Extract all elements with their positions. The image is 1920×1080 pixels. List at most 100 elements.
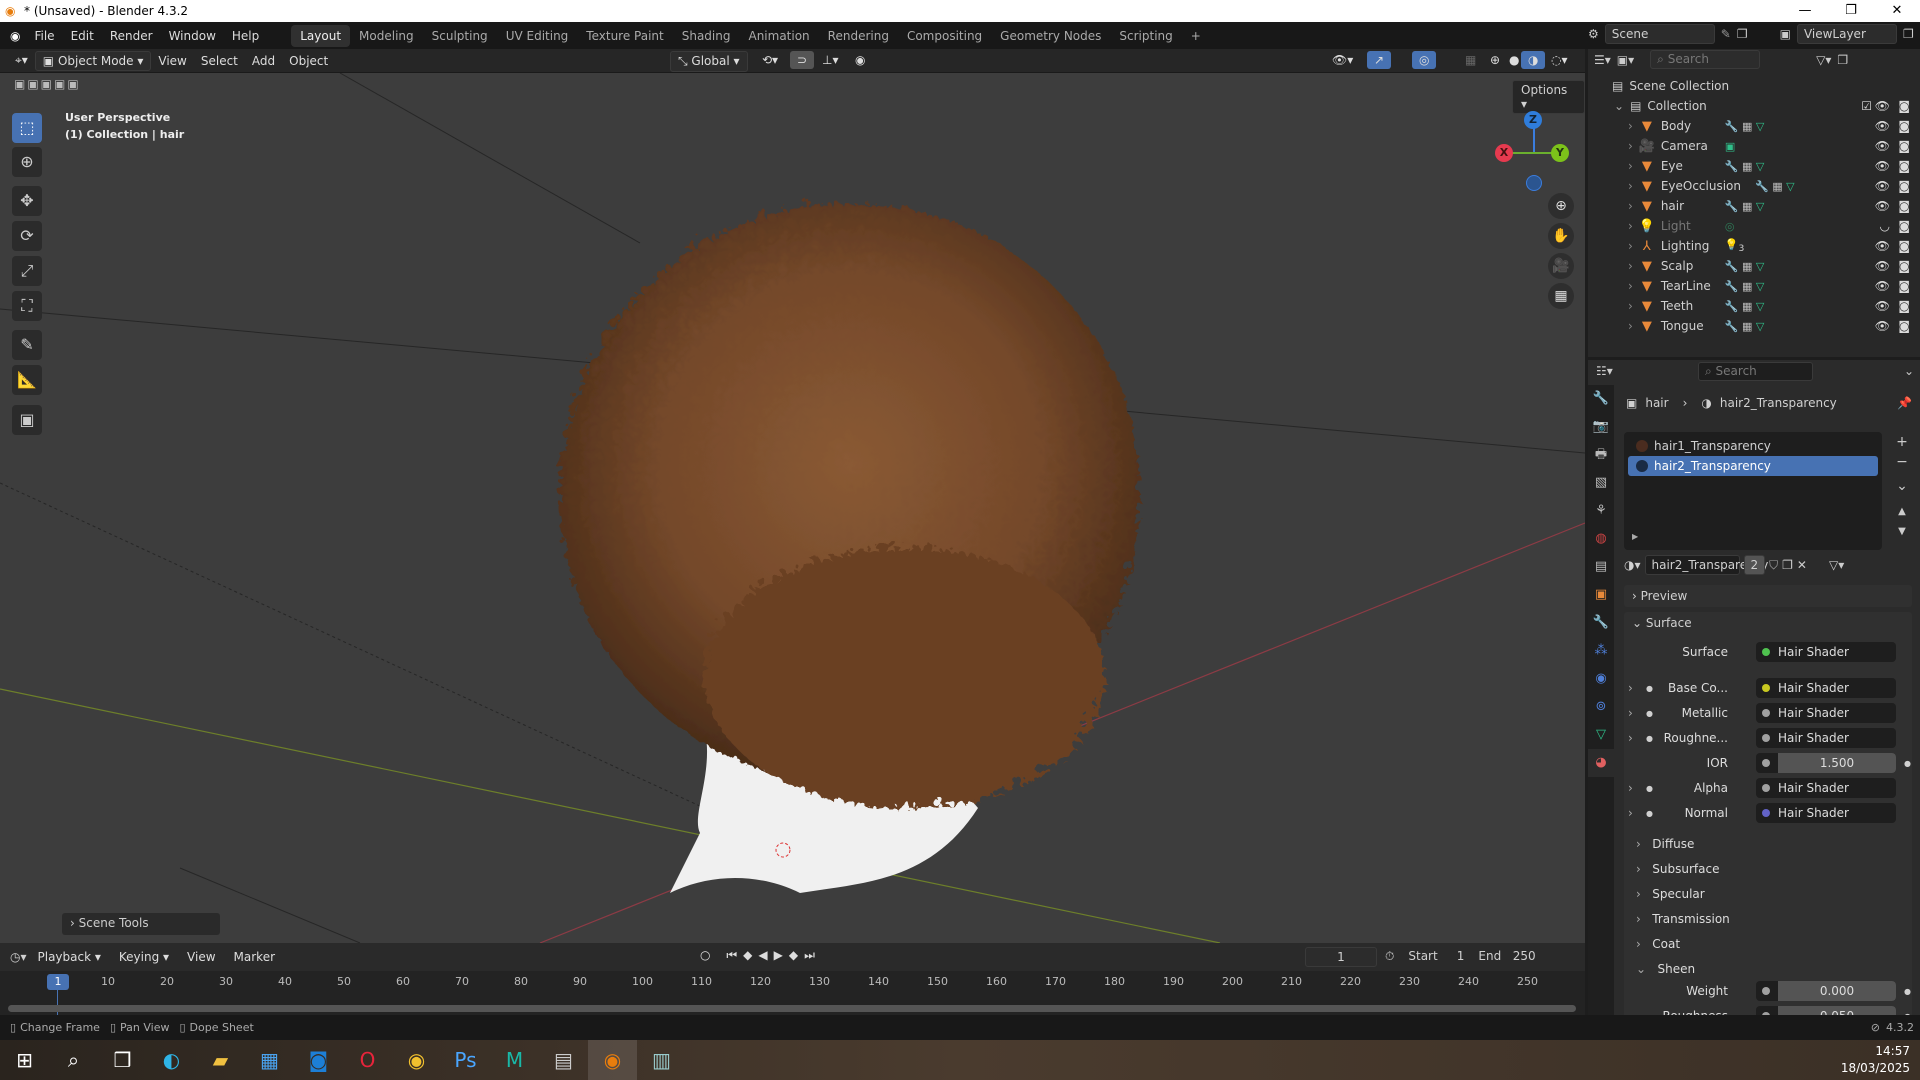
properties-options-icon[interactable]: ⌄ <box>1904 364 1914 378</box>
subpanel-coat[interactable]: › Coat <box>1636 937 1680 951</box>
minimize-button[interactable]: — <box>1782 0 1828 22</box>
jump-start-icon[interactable]: ⏮ <box>726 948 743 962</box>
playback-menu[interactable]: Playback ▾ <box>31 948 108 966</box>
play-icon[interactable]: ▶ <box>774 948 789 962</box>
material-slot-item[interactable]: hair1_Transparency <box>1628 436 1878 456</box>
shader-link-field[interactable]: Hair Shader <box>1756 703 1896 723</box>
expand-icon[interactable]: › <box>1628 139 1633 153</box>
material-name-field[interactable]: hair2_Transparency <box>1644 555 1768 575</box>
orientation-selector[interactable]: ⤡ Global ▾ <box>670 51 748 72</box>
gizmo-z[interactable]: Z <box>1524 111 1542 129</box>
mesh-data-icon[interactable]: ▽ <box>1786 180 1794 193</box>
outliner-item-scalp[interactable]: › ▼ Scalp 🔧 ▦ ▽ 👁 ◙ <box>1588 256 1920 276</box>
transform-tool[interactable]: ⛶ <box>12 291 42 321</box>
outliner-item-lighting[interactable]: › ⅄ Lighting 💡3 👁 ◙ <box>1588 236 1920 256</box>
new-scene-icon[interactable]: ❐ <box>1737 27 1748 41</box>
data-tab-icon[interactable]: ▽ <box>1588 721 1614 749</box>
particles-icon[interactable]: ▦ <box>1742 320 1752 333</box>
light-data-icon[interactable]: ◎ <box>1725 220 1735 233</box>
outliner-item-eyeocclusion[interactable]: › ▼ EyeOcclusion 🔧 ▦ ▽ 👁 ◙ <box>1588 176 1920 196</box>
expand-icon[interactable]: › <box>1628 199 1633 213</box>
app-icon[interactable]: ▤ <box>539 1040 588 1080</box>
cursor-tool[interactable]: ⊕ <box>12 147 42 177</box>
sheen-value-field[interactable]: 0.050 <box>1756 1006 1896 1015</box>
new-view-layer-icon[interactable]: ❐ <box>1903 27 1914 41</box>
tab-rendering[interactable]: Rendering <box>819 25 898 47</box>
render-camera-icon[interactable]: ◙ <box>1898 179 1910 193</box>
subpanel-specular[interactable]: › Specular <box>1636 887 1705 901</box>
mesh-data-icon[interactable]: ▽ <box>1756 260 1764 273</box>
subpanel-diffuse[interactable]: › Diffuse <box>1636 837 1694 851</box>
tool-tab-icon[interactable]: 🔧 <box>1588 385 1614 413</box>
user-count[interactable]: 2 <box>1743 555 1766 575</box>
editor-type-icon[interactable]: ⌖▾ <box>8 51 35 70</box>
play-reverse-icon[interactable]: ◀ <box>758 948 773 962</box>
outliner-item-tongue[interactable]: › ▼ Tongue 🔧 ▦ ▽ 👁 ◙ <box>1588 316 1920 336</box>
output-tab-icon[interactable]: 🖶 <box>1588 441 1614 469</box>
properties-search-input[interactable]: ⌕ Search <box>1698 362 1813 381</box>
outliner-item-light[interactable]: › 💡 Light ◎ ◡ ◙ <box>1588 216 1920 236</box>
menu-add[interactable]: Add <box>245 52 282 70</box>
menu-select[interactable]: Select <box>194 52 245 70</box>
overlay-toggle-icon[interactable]: ◎ <box>1412 51 1437 69</box>
shader-link-field[interactable]: Hair Shader <box>1756 778 1896 798</box>
jump-end-icon[interactable]: ⏭ <box>804 948 821 962</box>
measure-tool[interactable]: 📐 <box>12 365 42 395</box>
3d-viewport[interactable]: ⬚ ⊕ ✥ ⟳ ⤢ ⛶ ✎ 📐 ▣ ▣▣▣▣▣ User Perspective… <box>0 73 1585 943</box>
expand-icon[interactable]: › <box>1628 299 1633 313</box>
modifier-icon[interactable]: 🔧 <box>1725 300 1739 313</box>
world-tab-icon[interactable]: ◍ <box>1588 525 1614 553</box>
material-tab-icon[interactable]: ◕ <box>1588 749 1614 777</box>
mesh-data-icon[interactable]: ▽ <box>1756 280 1764 293</box>
display-mode-icon[interactable]: ▣▾ <box>1617 53 1634 67</box>
mesh-data-icon[interactable]: ▽ <box>1756 120 1764 133</box>
mesh-data-icon[interactable]: ▽ <box>1756 200 1764 213</box>
tab-layout[interactable]: Layout <box>291 24 351 47</box>
collection-row[interactable]: ⌄ ▤ Collection ☑ 👁 ◙ <box>1588 96 1920 116</box>
select-box-tool[interactable]: ⬚ <box>12 113 42 143</box>
outliner-search-input[interactable]: ⌕ Search <box>1650 50 1761 69</box>
visibility-eye-icon[interactable]: ◡ <box>1880 219 1890 233</box>
fake-user-icon[interactable]: ⛉ <box>1769 558 1778 573</box>
tab-shading[interactable]: Shading <box>673 25 740 47</box>
add-workspace-button[interactable]: + <box>1182 25 1210 47</box>
file-explorer-icon[interactable]: ▰ <box>196 1040 245 1080</box>
stopwatch-icon[interactable]: ⏱ <box>1385 949 1394 964</box>
visibility-eye-icon[interactable]: 👁 <box>1875 319 1890 333</box>
modifier-icon[interactable]: 🔧 <box>1725 280 1739 293</box>
scene-selector[interactable]: Scene <box>1604 24 1715 44</box>
expand-icon[interactable]: › <box>1628 806 1633 820</box>
visibility-eye-icon[interactable]: 👁 <box>1875 239 1890 253</box>
move-tool[interactable]: ✥ <box>12 186 42 216</box>
expand-icon[interactable]: › <box>1628 239 1633 253</box>
options-dropdown[interactable]: Options ▾ <box>1512 80 1585 114</box>
collection-tab-icon[interactable]: ▤ <box>1588 553 1614 581</box>
shader-link-field[interactable]: Hair Shader <box>1756 803 1896 823</box>
tab-modeling[interactable]: Modeling <box>350 25 423 47</box>
rendered-shading-icon[interactable]: ◌▾ <box>1544 51 1575 69</box>
scene-tools-panel[interactable]: › Scene Tools <box>62 913 220 935</box>
render-camera-icon[interactable]: ◙ <box>1898 319 1910 333</box>
material-slot-item-active[interactable]: hair2_Transparency <box>1628 456 1878 476</box>
outliner-item-teeth[interactable]: › ▼ Teeth 🔧 ▦ ▽ 👁 ◙ <box>1588 296 1920 316</box>
view-menu[interactable]: View <box>180 948 222 966</box>
proportional-edit-icon[interactable]: ◉ <box>848 51 872 69</box>
particles-icon[interactable]: ▦ <box>1742 120 1752 133</box>
particles-icon[interactable]: ▦ <box>1742 300 1752 313</box>
physics-tab-icon[interactable]: ◉ <box>1588 665 1614 693</box>
particles-icon[interactable]: ▦ <box>1742 260 1752 273</box>
snap-icon[interactable]: ⊃ <box>790 51 815 69</box>
surface-shader-field[interactable]: Hair Shader <box>1756 642 1896 662</box>
gizmo-x[interactable]: X <box>1495 144 1513 162</box>
next-keyframe-icon[interactable]: ◆ <box>789 948 804 962</box>
shader-link-field[interactable]: Hair Shader <box>1756 678 1896 698</box>
particles-icon[interactable]: ▦ <box>1742 160 1752 173</box>
camera-data-icon[interactable]: ▣ <box>1725 140 1735 153</box>
render-camera-icon[interactable]: ◙ <box>1898 299 1910 313</box>
playhead[interactable]: 1 <box>47 974 69 990</box>
preview-panel-header[interactable]: › Preview <box>1624 585 1912 607</box>
slot-specials-button[interactable]: ⌄ <box>1892 476 1912 496</box>
annotate-tool[interactable]: ✎ <box>12 330 42 360</box>
object-tab-icon[interactable]: ▣ <box>1588 581 1614 609</box>
remove-slot-button[interactable]: − <box>1892 452 1912 472</box>
